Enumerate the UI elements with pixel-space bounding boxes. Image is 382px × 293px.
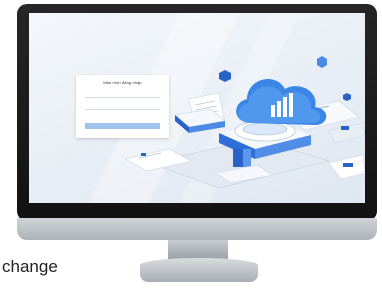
monitor-screen: Màn hình đăng nhập (29, 13, 365, 203)
password-field[interactable] (85, 109, 160, 110)
monitor-chin (17, 218, 377, 240)
monitor-neck (168, 240, 228, 260)
username-field[interactable] (85, 97, 160, 98)
login-button[interactable] (85, 123, 160, 129)
hexagon-icon (317, 56, 327, 68)
login-form: Màn hình đăng nhập (76, 75, 169, 138)
login-title: Màn hình đăng nhập (103, 80, 142, 85)
monitor: Màn hình đăng nhập (17, 4, 377, 221)
hexagon-icon (219, 70, 231, 82)
hexagon-icon (343, 93, 351, 101)
caption-text: change (2, 257, 58, 276)
monitor-stand (140, 258, 258, 282)
